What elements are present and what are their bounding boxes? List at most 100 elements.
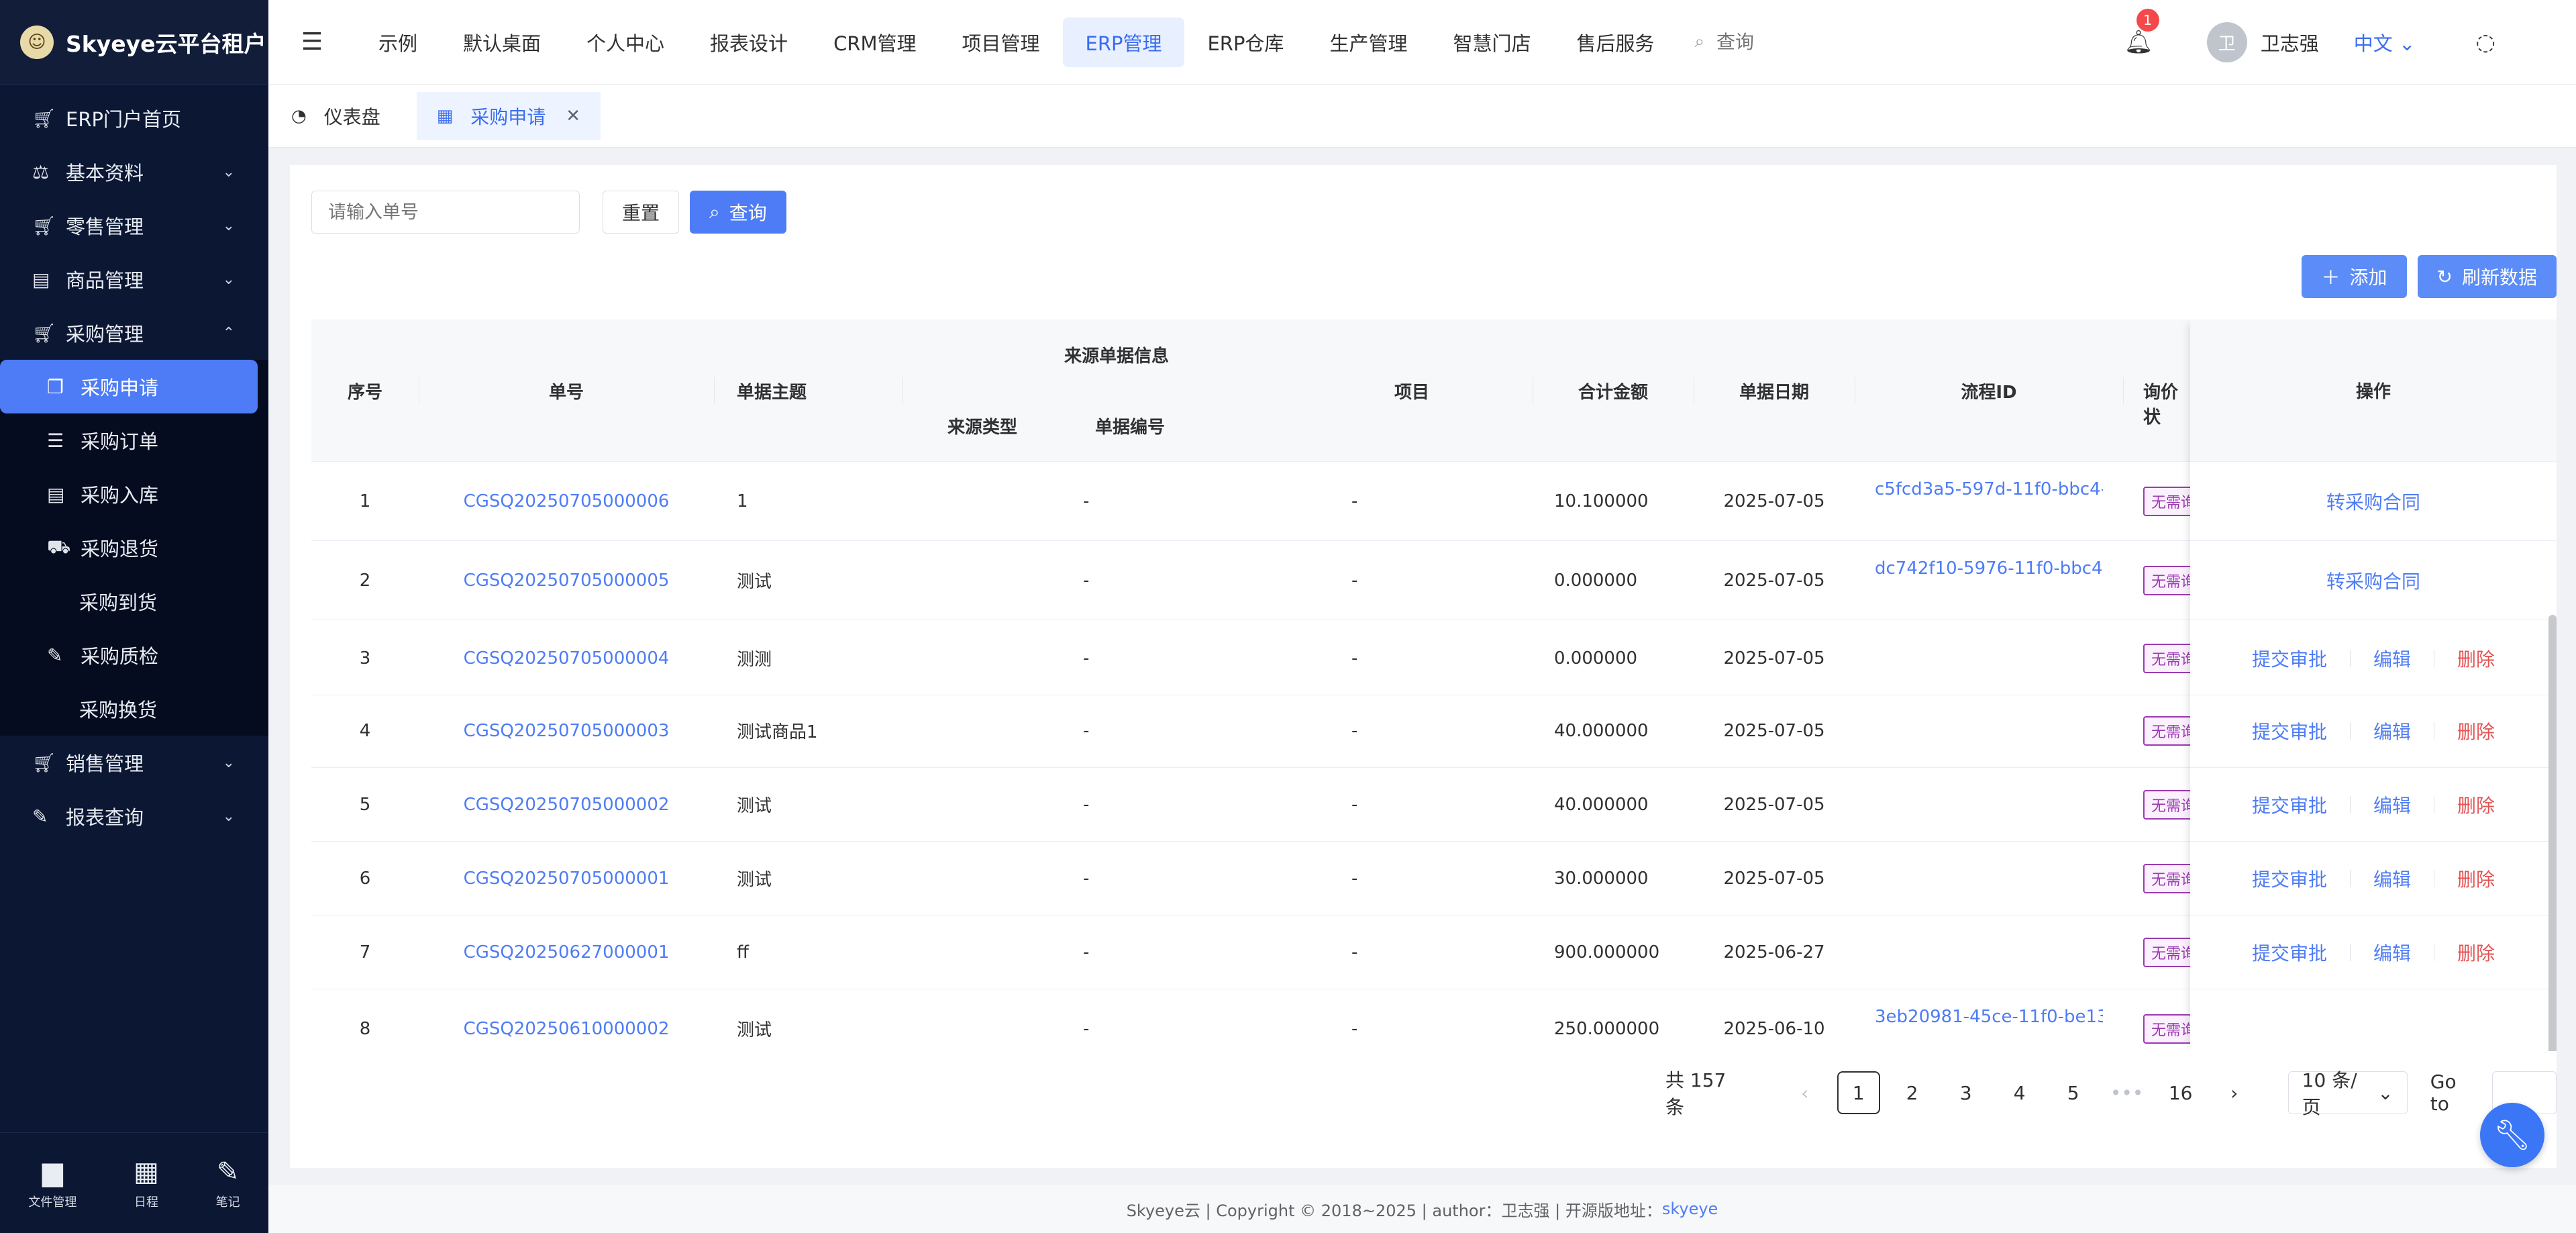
cell-inquiry: 无需询: [2143, 541, 2197, 620]
language-switch[interactable]: 中文 ⌄: [2354, 28, 2416, 56]
order-number-input[interactable]: [311, 191, 580, 234]
flow-id-link[interactable]: [1875, 842, 2103, 915]
sidebar-item-label: 基本资料: [66, 162, 144, 185]
notification-button[interactable]: 🔔︎ 1: [2124, 9, 2159, 56]
order-number-link[interactable]: CGSQ20250705000002: [419, 768, 714, 841]
settings-wrench-button[interactable]: 🔧︎: [2480, 1103, 2544, 1167]
tab-after-sales[interactable]: 售后服务: [1553, 17, 1677, 67]
page-5[interactable]: 5: [2052, 1071, 2095, 1114]
sidebar-item-purchase-qc[interactable]: ✎ 采购质检: [0, 628, 268, 682]
brand[interactable]: ☺ Skyeye云平台租户: [0, 0, 268, 85]
refresh-button[interactable]: ↻ 刷新数据: [2417, 255, 2557, 298]
submit-approval-button[interactable]: 提交审批: [2229, 791, 2350, 818]
edit-button[interactable]: 编辑: [2351, 645, 2434, 672]
flow-id-link[interactable]: [1875, 916, 2103, 989]
folder-icon: ▆: [42, 1156, 63, 1187]
sidebar-item-purchase-inbound[interactable]: ▤ 采购入库: [0, 467, 268, 521]
edit-button[interactable]: 编辑: [2351, 791, 2434, 818]
flow-id-link[interactable]: c5fcd3a5-597d-11f0-bbc4-...: [1875, 462, 2103, 540]
top-search-input[interactable]: [1716, 31, 1878, 53]
sidebar-item-purchase-order[interactable]: ☰ 采购订单: [0, 413, 268, 467]
cell-subject: 测试: [737, 870, 772, 890]
sidebar-item-reports[interactable]: ✎ 报表查询 ⌄: [0, 789, 268, 843]
order-number-link[interactable]: CGSQ20250610000002: [419, 989, 714, 1051]
order-number-link[interactable]: CGSQ20250705000003: [419, 694, 714, 767]
page-size-select[interactable]: 10 条/页 ⌄: [2287, 1069, 2408, 1118]
reset-button[interactable]: 重置: [603, 191, 680, 234]
sidebar-submenu-purchase: ❐ 采购申请 ☰ 采购订单 ▤ 采购入库 ⛟ 采购退货 采购到货 ✎ 采购质检: [0, 360, 268, 736]
edit-button[interactable]: 编辑: [2351, 939, 2434, 966]
avatar[interactable]: 卫: [2206, 22, 2247, 62]
sidebar-item-purchase[interactable]: 🛒︎ 采购管理 ⌃: [0, 306, 268, 360]
order-number-link[interactable]: CGSQ20250627000001: [419, 916, 714, 989]
submit-approval-button[interactable]: 提交审批: [2229, 718, 2350, 744]
tab-personal-center[interactable]: 个人中心: [564, 17, 687, 67]
delete-button[interactable]: 删除: [2434, 791, 2518, 818]
page-ellipsis[interactable]: •••: [2106, 1071, 2149, 1114]
tag-dashboard[interactable]: ◔ 仪表盘: [291, 92, 401, 140]
tag-purchase-request[interactable]: ▦ 采购申请 ✕: [416, 91, 601, 140]
flow-id-link[interactable]: [1875, 622, 2103, 695]
sidebar-item-purchase-exchange[interactable]: 采购换货: [0, 682, 268, 736]
cell-subject: 测试: [737, 796, 772, 816]
order-number-link[interactable]: CGSQ20250705000006: [419, 462, 714, 540]
sidebar-item-goods[interactable]: ▤ 商品管理 ⌄: [0, 252, 268, 306]
page-3[interactable]: 3: [1945, 1071, 1988, 1114]
tab-smart-store[interactable]: 智慧门店: [1430, 17, 1553, 67]
add-button[interactable]: ＋ 添加: [2302, 255, 2407, 298]
cell-source-no: -: [1083, 720, 1090, 741]
sidebar-item-purchase-request[interactable]: ❐ 采购申请: [0, 360, 258, 413]
edit-button[interactable]: 编辑: [2351, 718, 2434, 744]
query-button[interactable]: ⌕ 查询: [690, 191, 786, 234]
page-16[interactable]: 16: [2159, 1071, 2202, 1114]
sidebar-item-erp-home[interactable]: 🛒︎ ERP门户首页: [0, 91, 268, 145]
page-4[interactable]: 4: [1998, 1071, 2041, 1114]
delete-button[interactable]: 删除: [2434, 718, 2518, 744]
flow-id-link[interactable]: 3eb20981-45ce-11f0-be13-...: [1875, 989, 2103, 1051]
tab-erp[interactable]: ERP管理: [1062, 17, 1185, 67]
sidebar-item-sales[interactable]: 🛒︎ 销售管理 ⌄: [0, 736, 268, 789]
tab-example[interactable]: 示例: [356, 17, 440, 67]
tab-crm[interactable]: CRM管理: [811, 17, 939, 67]
edit-button[interactable]: 编辑: [2351, 865, 2434, 892]
sidebar-item-retail[interactable]: 🛒︎ 零售管理 ⌄: [0, 199, 268, 252]
vertical-scrollbar[interactable]: [2548, 615, 2557, 1051]
submit-approval-button[interactable]: 提交审批: [2229, 865, 2350, 892]
next-page-icon[interactable]: ›: [2213, 1071, 2256, 1114]
prev-page-icon[interactable]: ‹: [1784, 1071, 1826, 1114]
header-source-group: 来源单据信息: [1064, 346, 1169, 366]
submit-approval-button[interactable]: 提交审批: [2229, 645, 2350, 672]
delete-button[interactable]: 删除: [2434, 939, 2518, 966]
collapse-menu-icon[interactable]: ☰: [268, 28, 356, 56]
convert-contract-button[interactable]: 转采购合同: [2304, 567, 2443, 594]
tab-erp-warehouse[interactable]: ERP仓库: [1184, 17, 1306, 67]
file-manager-button[interactable]: ▆ 文件管理: [28, 1156, 76, 1210]
tab-project[interactable]: 项目管理: [939, 17, 1062, 67]
notes-button[interactable]: ✎ 笔记: [216, 1156, 240, 1210]
sidebar-item-purchase-arrival[interactable]: 采购到货: [0, 575, 268, 628]
page-1[interactable]: 1: [1837, 1071, 1880, 1114]
tab-production[interactable]: 生产管理: [1306, 17, 1430, 67]
delete-button[interactable]: 删除: [2434, 645, 2518, 672]
page-2[interactable]: 2: [1891, 1071, 1934, 1114]
footer-link[interactable]: skyeye: [1662, 1199, 1718, 1218]
cell-source-no: -: [1083, 794, 1090, 815]
order-number-link[interactable]: CGSQ20250705000005: [419, 541, 714, 620]
order-number-link[interactable]: CGSQ20250705000001: [419, 842, 714, 915]
tab-report-design[interactable]: 报表设计: [687, 17, 811, 67]
sidebar-item-purchase-return[interactable]: ⛟ 采购退货: [0, 521, 268, 575]
flow-id-link[interactable]: [1875, 768, 2103, 841]
order-number-link[interactable]: CGSQ20250705000004: [419, 622, 714, 695]
username[interactable]: 卫志强: [2261, 28, 2319, 56]
flow-id-link[interactable]: [1875, 694, 2103, 767]
tab-default-desktop[interactable]: 默认桌面: [440, 17, 564, 67]
schedule-button[interactable]: ▦ 日程: [134, 1156, 159, 1210]
flow-id-link[interactable]: dc742f10-5976-11f0-bbc4-...: [1875, 541, 2103, 620]
submit-approval-button[interactable]: 提交审批: [2229, 939, 2350, 966]
chat-icon[interactable]: ◌: [2475, 29, 2495, 56]
close-icon[interactable]: ✕: [566, 106, 580, 126]
convert-contract-button[interactable]: 转采购合同: [2304, 488, 2443, 515]
delete-button[interactable]: 删除: [2434, 865, 2518, 892]
status-badge: 无需询: [2143, 716, 2197, 746]
sidebar-item-basic-data[interactable]: ⚖︎ 基本资料 ⌄: [0, 145, 268, 199]
